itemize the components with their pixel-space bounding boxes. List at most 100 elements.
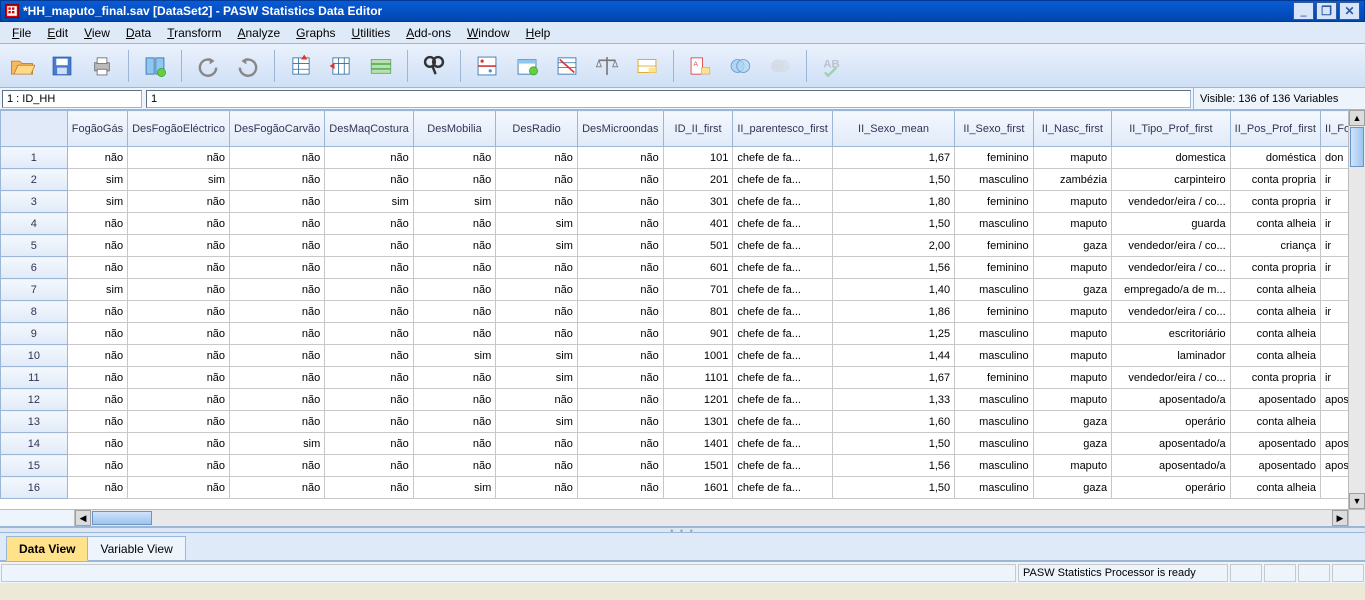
- cell[interactable]: não: [496, 169, 578, 191]
- cell[interactable]: não: [496, 279, 578, 301]
- cell[interactable]: não: [577, 147, 663, 169]
- cell[interactable]: sim: [230, 433, 325, 455]
- cell[interactable]: 2,00: [832, 235, 954, 257]
- cell[interactable]: chefe de fa...: [733, 411, 833, 433]
- cell[interactable]: não: [413, 169, 496, 191]
- cell[interactable]: maputo: [1033, 257, 1111, 279]
- cell[interactable]: não: [496, 147, 578, 169]
- cell[interactable]: não: [67, 323, 127, 345]
- cell[interactable]: vendedor/eira / co...: [1112, 257, 1231, 279]
- variables-icon[interactable]: [365, 50, 397, 82]
- cell[interactable]: domestica: [1112, 147, 1231, 169]
- cell[interactable]: chefe de fa...: [733, 323, 833, 345]
- cell[interactable]: não: [230, 389, 325, 411]
- cell[interactable]: escritoriário: [1112, 323, 1231, 345]
- cell[interactable]: conta alheia: [1230, 323, 1320, 345]
- row-header[interactable]: 1: [1, 147, 68, 169]
- menu-view[interactable]: View: [76, 24, 118, 42]
- cell[interactable]: 501: [663, 235, 733, 257]
- cell[interactable]: masculino: [955, 433, 1033, 455]
- cell[interactable]: feminino: [955, 367, 1033, 389]
- cell[interactable]: sim: [413, 191, 496, 213]
- cell[interactable]: não: [128, 433, 230, 455]
- cell[interactable]: feminino: [955, 191, 1033, 213]
- cell[interactable]: não: [577, 411, 663, 433]
- cell[interactable]: não: [230, 411, 325, 433]
- cell[interactable]: não: [67, 367, 127, 389]
- cell[interactable]: 1,60: [832, 411, 954, 433]
- cell[interactable]: 1,25: [832, 323, 954, 345]
- open-icon[interactable]: [6, 50, 38, 82]
- cell[interactable]: vendedor/eira / co...: [1112, 235, 1231, 257]
- cell[interactable]: sim: [496, 235, 578, 257]
- tab-data-view[interactable]: Data View: [6, 536, 88, 561]
- cell[interactable]: não: [67, 301, 127, 323]
- cell[interactable]: masculino: [955, 389, 1033, 411]
- cell[interactable]: não: [325, 367, 413, 389]
- cell[interactable]: masculino: [955, 213, 1033, 235]
- column-header[interactable]: DesMicroondas: [577, 111, 663, 147]
- cell[interactable]: 1,50: [832, 433, 954, 455]
- column-header[interactable]: II_Sexo_first: [955, 111, 1033, 147]
- cell[interactable]: operário: [1112, 411, 1231, 433]
- cell[interactable]: 801: [663, 301, 733, 323]
- tab-variable-view[interactable]: Variable View: [87, 536, 185, 560]
- cell[interactable]: não: [325, 389, 413, 411]
- cell-reference[interactable]: 1 : ID_HH: [2, 90, 142, 108]
- cell[interactable]: não: [577, 257, 663, 279]
- cell[interactable]: masculino: [955, 323, 1033, 345]
- cell[interactable]: não: [128, 301, 230, 323]
- cell[interactable]: chefe de fa...: [733, 257, 833, 279]
- cell[interactable]: não: [577, 235, 663, 257]
- cell[interactable]: maputo: [1033, 301, 1111, 323]
- cell[interactable]: aposentado/a: [1112, 389, 1231, 411]
- cell[interactable]: 1,50: [832, 169, 954, 191]
- cell[interactable]: aposentado: [1230, 389, 1320, 411]
- cell[interactable]: masculino: [955, 345, 1033, 367]
- cell[interactable]: conta alheia: [1230, 477, 1320, 499]
- column-header[interactable]: ID_II_first: [663, 111, 733, 147]
- cell[interactable]: não: [325, 257, 413, 279]
- cell[interactable]: não: [577, 323, 663, 345]
- cell[interactable]: conta alheia: [1230, 213, 1320, 235]
- cell[interactable]: 1,33: [832, 389, 954, 411]
- cell[interactable]: carpinteiro: [1112, 169, 1231, 191]
- cell[interactable]: não: [230, 213, 325, 235]
- cell[interactable]: não: [67, 213, 127, 235]
- cell[interactable]: maputo: [1033, 345, 1111, 367]
- cell[interactable]: não: [67, 433, 127, 455]
- cell[interactable]: 101: [663, 147, 733, 169]
- cell[interactable]: maputo: [1033, 389, 1111, 411]
- cell[interactable]: não: [128, 389, 230, 411]
- cell[interactable]: não: [128, 323, 230, 345]
- cell[interactable]: não: [128, 345, 230, 367]
- cell[interactable]: não: [325, 411, 413, 433]
- cell[interactable]: guarda: [1112, 213, 1231, 235]
- cell[interactable]: não: [577, 191, 663, 213]
- cell[interactable]: doméstica: [1230, 147, 1320, 169]
- menu-add-ons[interactable]: Add-ons: [398, 24, 459, 42]
- cell[interactable]: sim: [67, 191, 127, 213]
- cell[interactable]: não: [496, 323, 578, 345]
- close-button[interactable]: ✕: [1339, 2, 1360, 20]
- maximize-button[interactable]: ❐: [1316, 2, 1337, 20]
- cell[interactable]: conta propria: [1230, 367, 1320, 389]
- cell[interactable]: não: [128, 367, 230, 389]
- scroll-down-icon[interactable]: ▼: [1349, 493, 1365, 509]
- cell[interactable]: vendedor/eira / co...: [1112, 367, 1231, 389]
- cell[interactable]: não: [325, 301, 413, 323]
- cell[interactable]: não: [230, 323, 325, 345]
- menu-help[interactable]: Help: [518, 24, 559, 42]
- cell[interactable]: não: [413, 455, 496, 477]
- cell[interactable]: 1401: [663, 433, 733, 455]
- cell[interactable]: não: [413, 257, 496, 279]
- cell[interactable]: não: [577, 433, 663, 455]
- cell[interactable]: 1,56: [832, 257, 954, 279]
- split-file-icon[interactable]: [471, 50, 503, 82]
- cell[interactable]: não: [577, 455, 663, 477]
- cell[interactable]: 1,80: [832, 191, 954, 213]
- cell[interactable]: sim: [496, 213, 578, 235]
- cell[interactable]: 1,44: [832, 345, 954, 367]
- cell[interactable]: não: [230, 455, 325, 477]
- cell[interactable]: não: [128, 279, 230, 301]
